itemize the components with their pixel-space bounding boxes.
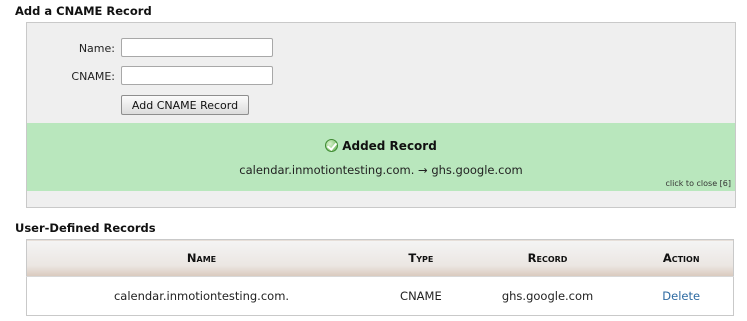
- user-records-title: User-Defined Records: [15, 221, 156, 235]
- column-header-name: Name: [26, 239, 377, 277]
- add-cname-title: Add a CNAME Record: [15, 4, 152, 18]
- success-detail: calendar.inmotiontesting.com. → ghs.goog…: [239, 163, 523, 177]
- check-circle-icon: [325, 139, 339, 152]
- success-message: Added Record calendar.inmotiontesting.co…: [27, 123, 735, 191]
- add-cname-panel: Name: CNAME: Add CNAME Record Added Reco…: [26, 22, 736, 208]
- column-header-type: Type: [376, 239, 466, 277]
- table-header-row: Name Type Record Action: [26, 239, 734, 277]
- record-type-cell: CNAME: [376, 276, 466, 316]
- cname-label: CNAME:: [71, 70, 115, 83]
- success-heading: Added Record: [342, 139, 437, 153]
- record-name-cell: calendar.inmotiontesting.com.: [26, 276, 377, 316]
- table-row: calendar.inmotiontesting.com. CNAME ghs.…: [26, 276, 734, 316]
- success-heading-row: Added Record: [27, 139, 735, 153]
- name-input[interactable]: [121, 38, 273, 57]
- records-table: Name Type Record Action calendar.inmotio…: [26, 239, 734, 316]
- name-label: Name:: [78, 42, 115, 55]
- delete-link[interactable]: Delete: [662, 289, 700, 303]
- cname-input[interactable]: [121, 66, 273, 85]
- record-action-cell: Delete: [629, 276, 734, 316]
- click-to-close-link[interactable]: click to close [6]: [666, 179, 731, 188]
- record-value-cell: ghs.google.com: [465, 276, 630, 316]
- add-cname-button[interactable]: Add CNAME Record: [121, 95, 249, 115]
- column-header-action: Action: [629, 239, 734, 277]
- column-header-record: Record: [465, 239, 630, 277]
